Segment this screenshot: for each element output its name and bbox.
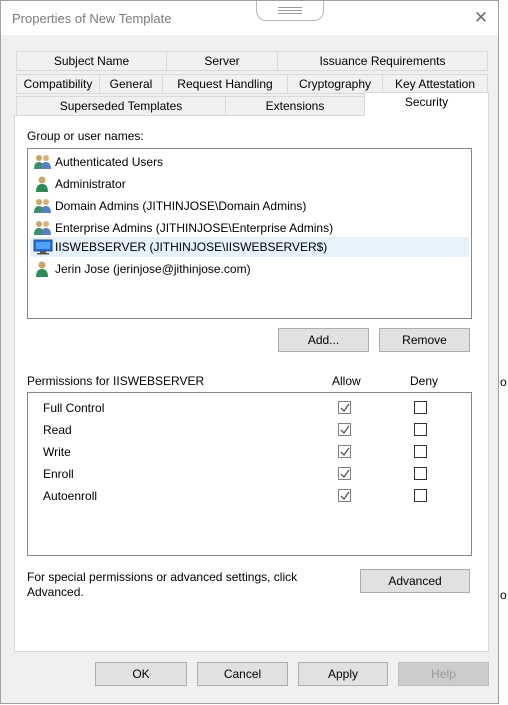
deny-checkbox[interactable] (414, 423, 427, 436)
permission-enroll: Enroll (43, 467, 74, 481)
tab-general[interactable]: General (99, 74, 163, 94)
tab-subject-name[interactable]: Subject Name (16, 51, 167, 71)
list-item-label: Administrator (55, 177, 126, 191)
deny-checkbox[interactable] (414, 489, 427, 502)
tab-cryptography[interactable]: Cryptography (287, 74, 383, 94)
window-title: Properties of New Template (12, 11, 172, 26)
deny-checkbox[interactable] (414, 401, 427, 414)
tab-key-attestation[interactable]: Key Attestation (382, 74, 488, 94)
background-text: o (500, 375, 507, 389)
user-icon (36, 176, 48, 192)
add-button[interactable]: Add... (278, 328, 369, 352)
cancel-button[interactable]: Cancel (197, 662, 288, 686)
permissions-label: Permissions for IISWEBSERVER (27, 374, 205, 388)
user-icon (36, 261, 48, 277)
title-bar: Properties of New Template ✕ (1, 1, 498, 35)
tab-server[interactable]: Server (166, 51, 278, 71)
group-icon (34, 220, 51, 235)
group-user-list[interactable]: Authenticated Users Administrator Domain… (27, 148, 472, 319)
allow-checkbox[interactable] (338, 467, 351, 480)
allow-checkbox[interactable] (338, 445, 351, 458)
list-item-label: Enterprise Admins (JITHINJOSE\Enterprise… (55, 221, 334, 235)
computer-icon (33, 239, 53, 255)
tab-issuance-requirements[interactable]: Issuance Requirements (277, 51, 488, 71)
tab-superseded-templates[interactable]: Superseded Templates (16, 96, 226, 116)
close-button[interactable]: ✕ (469, 7, 493, 29)
group-icon (34, 154, 51, 169)
list-item-label: Jerin Jose (jerinjose@jithinjose.com) (55, 262, 251, 276)
help-button[interactable]: Help (398, 662, 489, 686)
list-item-label: IISWEBSERVER (JITHINJOSE\IISWEBSERVER$) (55, 240, 328, 254)
permissions-list: Full Control Read Write Enroll Autoenrol… (27, 392, 472, 556)
ok-button[interactable]: OK (95, 662, 187, 686)
deny-checkbox[interactable] (414, 467, 427, 480)
permission-write: Write (43, 445, 71, 459)
list-item-selected[interactable]: IISWEBSERVER (JITHINJOSE\IISWEBSERVER$) (30, 237, 469, 257)
allow-column-header: Allow (332, 374, 361, 388)
permission-full-control: Full Control (43, 401, 105, 415)
apply-button[interactable]: Apply (298, 662, 388, 686)
special-permissions-text: For special permissions or advanced sett… (27, 570, 298, 584)
tab-compatibility[interactable]: Compatibility (16, 74, 100, 94)
list-item[interactable]: Domain Admins (JITHINJOSE\Domain Admins) (33, 196, 306, 216)
list-item-label: Domain Admins (JITHINJOSE\Domain Admins) (55, 199, 307, 213)
remove-button[interactable]: Remove (379, 328, 470, 352)
list-item-label: Authenticated Users (55, 155, 164, 169)
special-permissions-text-2: Advanced. (27, 585, 84, 599)
list-item[interactable]: Administrator (33, 174, 126, 194)
list-item[interactable]: Authenticated Users (33, 152, 163, 172)
allow-checkbox[interactable] (338, 423, 351, 436)
allow-checkbox[interactable] (338, 489, 351, 502)
drag-handle[interactable] (256, 1, 324, 21)
group-icon (34, 198, 51, 213)
tab-extensions[interactable]: Extensions (225, 96, 365, 116)
tab-request-handling[interactable]: Request Handling (162, 74, 288, 94)
tab-security[interactable]: Security (364, 92, 489, 116)
deny-column-header: Deny (410, 374, 439, 388)
advanced-button[interactable]: Advanced (360, 569, 470, 593)
allow-checkbox[interactable] (338, 401, 351, 414)
group-label: Group or user names: (27, 129, 144, 143)
permission-autoenroll: Autoenroll (43, 489, 98, 503)
list-item[interactable]: Enterprise Admins (JITHINJOSE\Enterprise… (33, 218, 333, 238)
list-item[interactable]: Jerin Jose (jerinjose@jithinjose.com) (33, 259, 251, 279)
permission-read: Read (43, 423, 72, 437)
deny-checkbox[interactable] (414, 445, 427, 458)
background-text: o (500, 588, 507, 602)
